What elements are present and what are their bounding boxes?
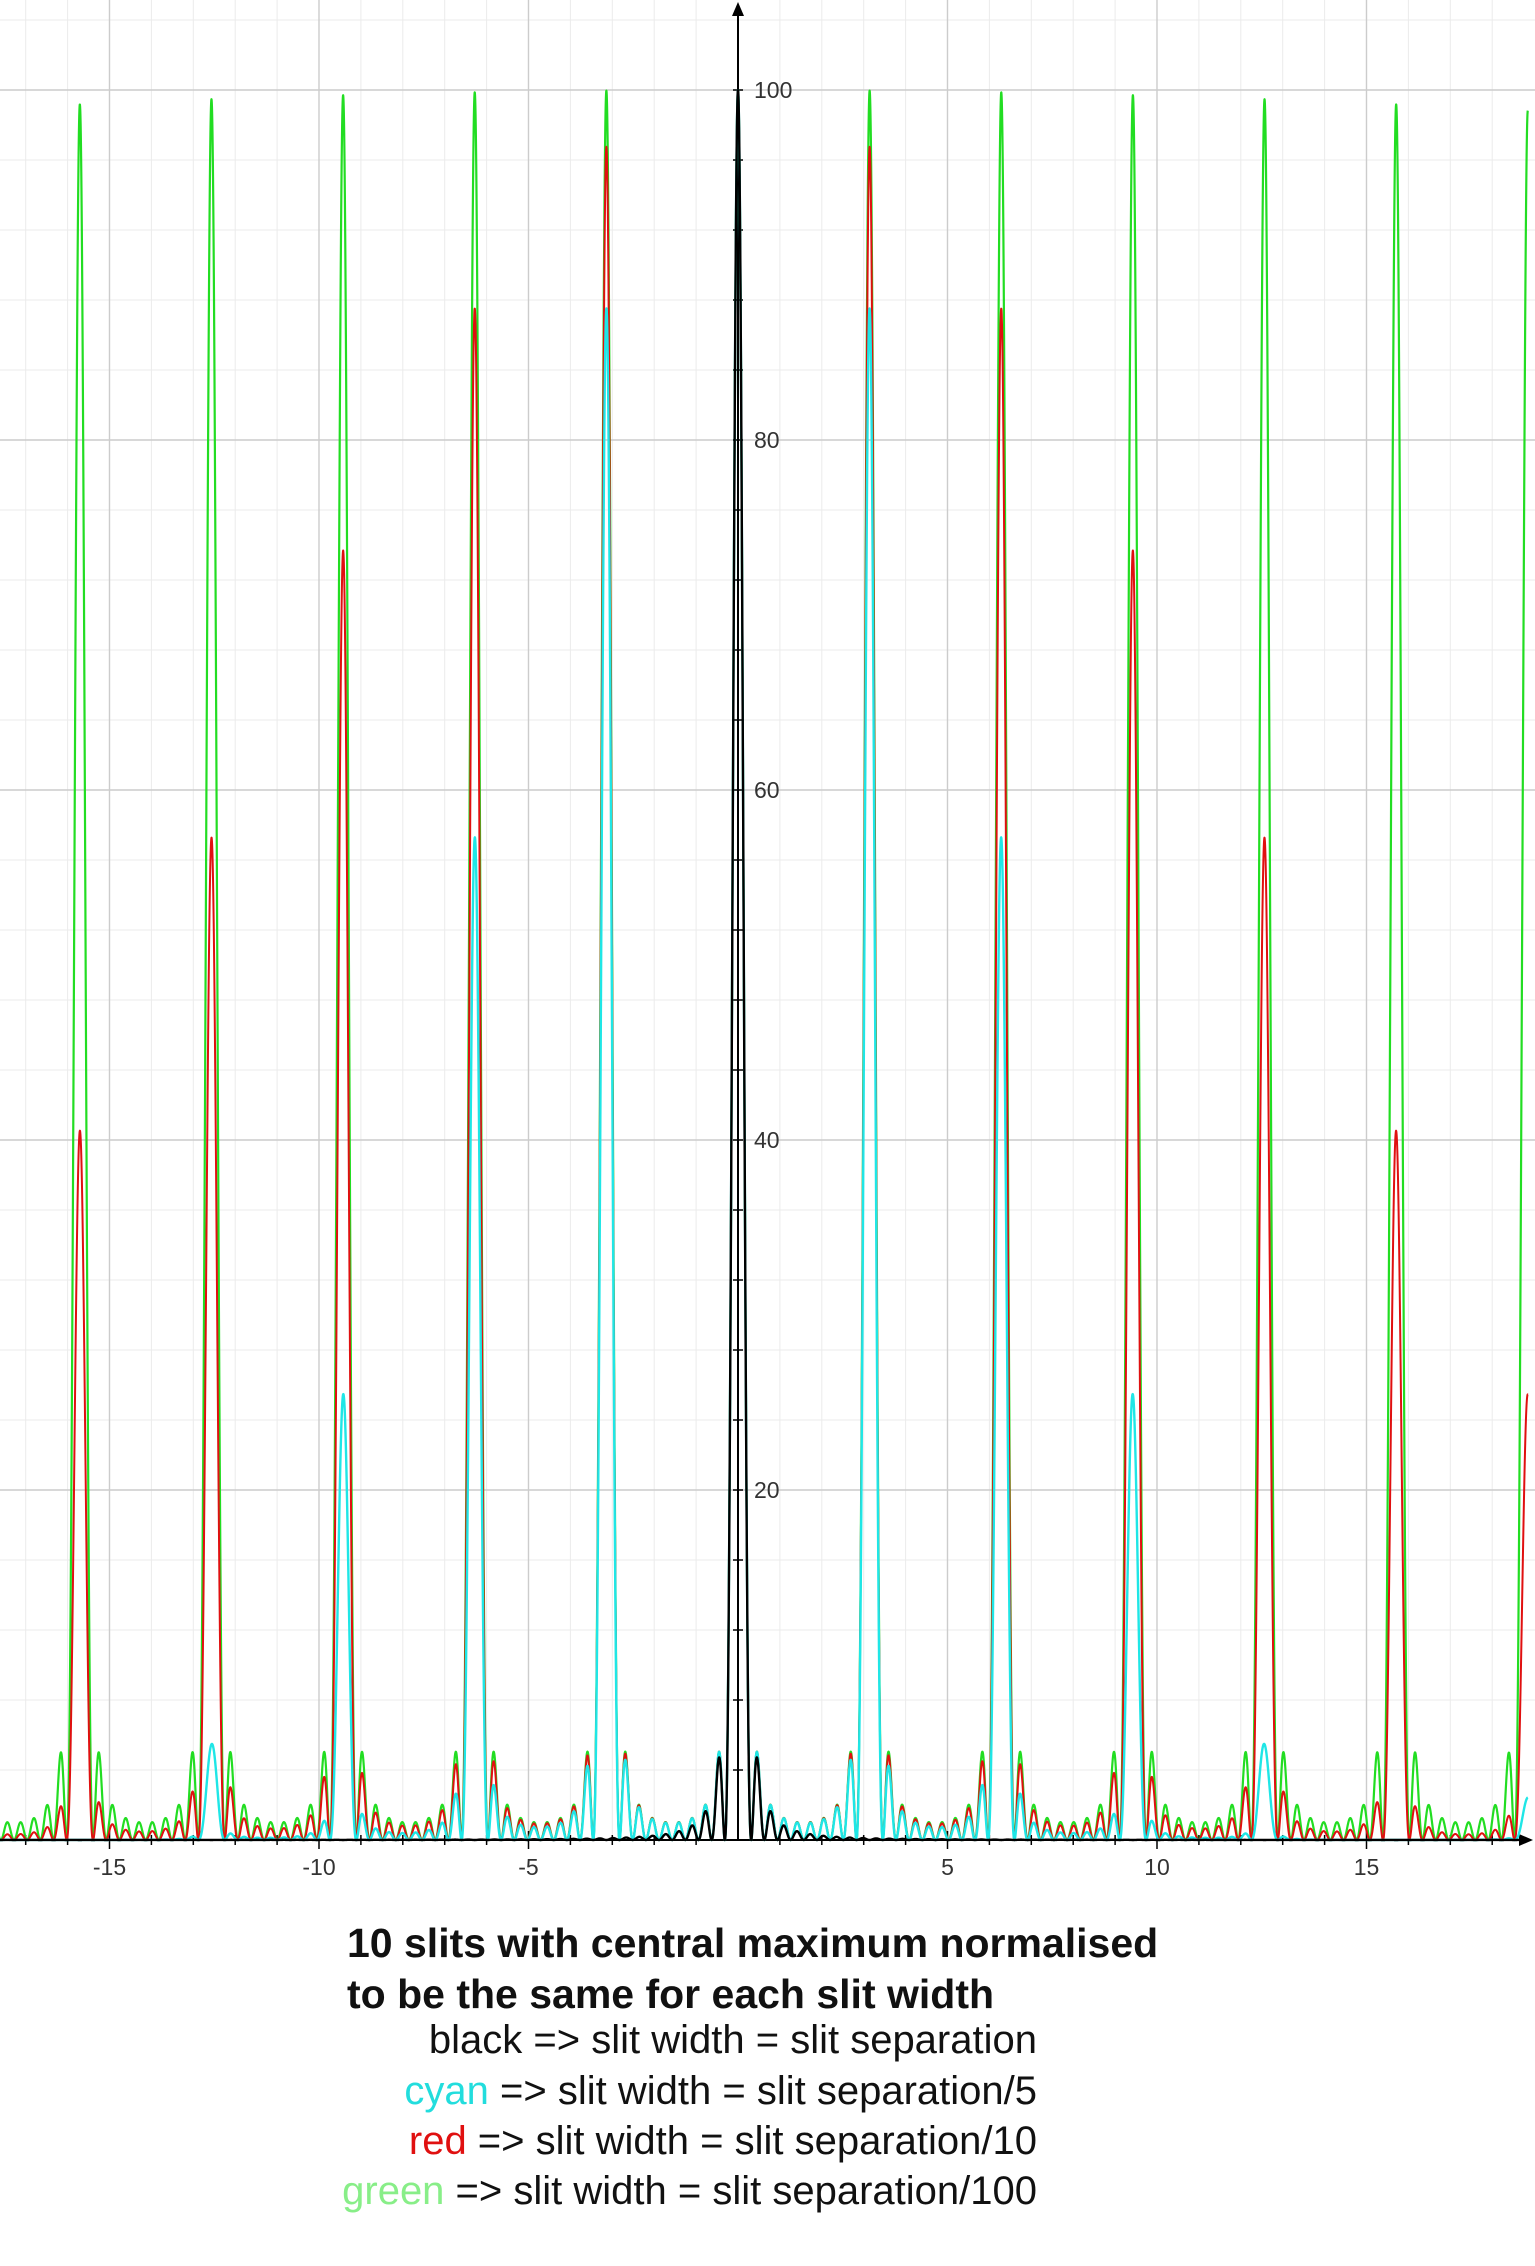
legend-text-red: => slit width = slit separation/10 bbox=[466, 2119, 1037, 2163]
legend-line-black: black => slit width = slit separation bbox=[429, 2018, 1037, 2063]
legend-text-cyan: => slit width = slit separation/5 bbox=[488, 2069, 1037, 2113]
caption-title-line-1: 10 slits with central maximum normalised bbox=[347, 1920, 1159, 1966]
y-tick-label: 100 bbox=[754, 77, 792, 103]
legend-line-red: red => slit width = slit separation/10 bbox=[409, 2119, 1037, 2164]
legend-word-green: green bbox=[342, 2169, 445, 2213]
y-axis-arrow bbox=[732, 2, 744, 16]
legend-text-black: => slit width = slit separation bbox=[522, 2018, 1037, 2062]
y-tick-label: 40 bbox=[754, 1127, 780, 1153]
x-tick-label: 10 bbox=[1144, 1854, 1170, 1880]
caption: 10 slits with central maximum normalised… bbox=[0, 1900, 1535, 2266]
x-tick-label: 15 bbox=[1354, 1854, 1380, 1880]
interference-plot: -15 -10 -5 5 10 15 20 40 60 80 100 bbox=[0, 0, 1535, 1880]
legend-line-cyan: cyan => slit width = slit separation/5 bbox=[404, 2069, 1037, 2114]
caption-title-line-2: to be the same for each slit width bbox=[347, 1971, 995, 2017]
y-tick-label: 60 bbox=[754, 777, 780, 803]
x-tick-label: -5 bbox=[518, 1854, 538, 1880]
curve-green bbox=[0, 89, 1529, 1842]
x-tick-label: -10 bbox=[302, 1854, 335, 1880]
legend-word-red: red bbox=[408, 2119, 467, 2163]
y-tick-label: 20 bbox=[754, 1477, 780, 1503]
legend-line-green: green => slit width = slit separation/10… bbox=[342, 2169, 1037, 2214]
curve-cyan bbox=[0, 88, 1529, 1842]
x-tick-label: 5 bbox=[941, 1854, 954, 1880]
major-grid bbox=[0, 0, 1535, 1840]
curve-red bbox=[0, 89, 1529, 1841]
x-tick-label: -15 bbox=[93, 1854, 126, 1880]
curve-black bbox=[0, 88, 1529, 1842]
minor-grid bbox=[0, 0, 1535, 1840]
intensity-curves bbox=[0, 88, 1529, 1842]
legend-text-green: => slit width = slit separation/100 bbox=[444, 2169, 1037, 2213]
axes bbox=[0, 2, 1533, 1849]
legend-word-black: black bbox=[428, 2018, 523, 2062]
legend-word-cyan: cyan bbox=[404, 2069, 489, 2113]
y-tick-label: 80 bbox=[754, 427, 780, 453]
